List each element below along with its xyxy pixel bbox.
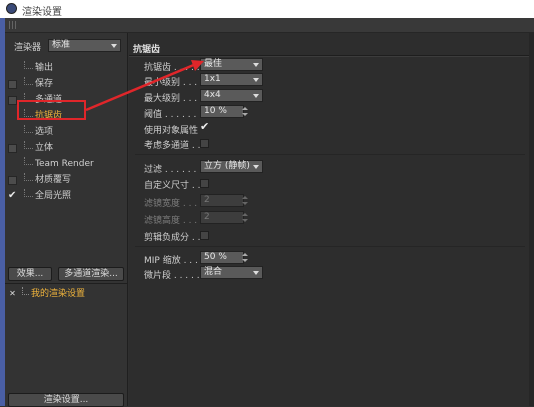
mip-scale-label: MIP 缩放 . . . . bbox=[144, 256, 204, 266]
clip-negative-checkbox[interactable] bbox=[200, 231, 209, 240]
tree-item-checkbox[interactable] bbox=[8, 80, 17, 89]
tree-item-label: Team Render bbox=[35, 159, 94, 169]
tree-item[interactable]: 输出 bbox=[8, 61, 122, 75]
renderer-value: 标准 bbox=[52, 40, 71, 50]
renderer-label: 渲染器 bbox=[14, 43, 42, 53]
consider-multipass-label: 考虑多通道 . . . bbox=[144, 141, 207, 151]
filter-height-label: 滤镜高度 . . . . bbox=[144, 216, 203, 226]
chevron-down-icon bbox=[253, 165, 259, 169]
mip-scale-stepper-icon[interactable] bbox=[242, 252, 248, 263]
tree-item[interactable]: Team Render bbox=[8, 157, 122, 171]
tree-item[interactable]: 选项 bbox=[8, 125, 122, 139]
tree-item-label: 材质覆写 bbox=[35, 175, 72, 185]
filter-width-label: 滤镜宽度 . . . . bbox=[144, 199, 203, 209]
tree-branch bbox=[24, 61, 33, 69]
tree-branch bbox=[24, 77, 33, 85]
micro-fragment-label: 微片段 . . . . . . bbox=[144, 271, 206, 281]
tree-item-label: 保存 bbox=[35, 79, 54, 89]
tree-branch bbox=[24, 173, 33, 181]
chevron-down-icon bbox=[253, 94, 259, 98]
threshold-input[interactable]: 10 % bbox=[200, 105, 244, 118]
filter-width-stepper-icon[interactable] bbox=[242, 195, 248, 206]
chevron-down-icon bbox=[253, 271, 259, 275]
section-divider-highlight bbox=[129, 56, 529, 57]
tree-item-label: 全局光照 bbox=[35, 191, 72, 201]
list-separator bbox=[5, 283, 127, 284]
use-object-label: 使用对象属性 bbox=[144, 126, 199, 136]
section-title: 抗锯齿 bbox=[133, 45, 161, 55]
tree-branch bbox=[24, 125, 33, 133]
tree-item[interactable]: 保存 bbox=[8, 77, 122, 91]
tree-item-checkbox[interactable] bbox=[8, 176, 17, 185]
filter-height-input[interactable]: 2 bbox=[200, 211, 244, 224]
title-bar: 渲染设置 bbox=[0, 0, 534, 18]
custom-size-label: 自定义尺寸 . . . bbox=[144, 181, 207, 191]
chevron-down-icon bbox=[111, 44, 117, 48]
check-icon[interactable]: ✔ bbox=[200, 121, 209, 132]
max-level-value: 4x4 bbox=[204, 90, 221, 100]
tree-branch bbox=[24, 189, 33, 197]
threshold-label: 阈值 . . . . . . . bbox=[144, 110, 203, 120]
tree-item-label: 选项 bbox=[35, 127, 54, 137]
tree-item-label: 立体 bbox=[35, 143, 54, 153]
max-level-dropdown[interactable]: 4x4 bbox=[200, 89, 263, 102]
group-divider bbox=[135, 154, 525, 155]
check-icon[interactable]: ✔ bbox=[8, 189, 16, 203]
tree-branch bbox=[24, 141, 33, 149]
render-setting-label: 我的渲染设置 bbox=[31, 289, 86, 299]
mip-scale-value: 50 % bbox=[204, 252, 227, 262]
filter-label: 过滤 . . . . . . . bbox=[144, 165, 203, 175]
app-icon bbox=[6, 3, 17, 14]
window-title: 渲染设置 bbox=[22, 7, 62, 18]
tree-item[interactable]: 立体 bbox=[8, 141, 122, 155]
grip-icon[interactable] bbox=[9, 21, 18, 29]
filter-dropdown[interactable]: 立方 (静帧) bbox=[200, 160, 263, 173]
group-divider bbox=[135, 246, 525, 247]
max-level-label: 最大级别 . . . . bbox=[144, 94, 203, 104]
custom-size-checkbox[interactable] bbox=[200, 179, 209, 188]
filter-height-stepper-icon[interactable] bbox=[242, 212, 248, 223]
filter-width-input[interactable]: 2 bbox=[200, 194, 244, 207]
clip-negative-label: 剪辑负成分 . . . bbox=[144, 233, 207, 243]
filter-value: 立方 (静帧) bbox=[204, 161, 250, 171]
antialias-value: 最佳 bbox=[204, 59, 223, 69]
tree-item[interactable]: 材质覆写 bbox=[8, 173, 122, 187]
min-level-dropdown[interactable]: 1x1 bbox=[200, 73, 263, 86]
tree-item-checkbox[interactable] bbox=[8, 96, 17, 105]
threshold-value: 10 % bbox=[204, 106, 227, 116]
tree-branch bbox=[22, 287, 29, 295]
menu-strip bbox=[5, 18, 534, 33]
tree-item-checkbox[interactable] bbox=[8, 144, 17, 153]
multipass-render-button[interactable]: 多通道渲染... bbox=[58, 267, 124, 281]
min-level-label: 最小级别 . . . . bbox=[144, 78, 203, 88]
antialias-label: 抗锯齿 . . . . . bbox=[144, 63, 200, 73]
effects-button[interactable]: 效果... bbox=[8, 267, 52, 281]
threshold-stepper-icon[interactable] bbox=[242, 106, 248, 117]
chevron-down-icon bbox=[253, 63, 259, 67]
tree-branch bbox=[24, 157, 33, 165]
renderer-dropdown[interactable]: 标准 bbox=[48, 39, 121, 52]
close-icon: ✕ bbox=[9, 289, 16, 298]
min-level-value: 1x1 bbox=[204, 74, 221, 84]
scrollbar[interactable] bbox=[529, 33, 534, 406]
antialias-dropdown[interactable]: 最佳 bbox=[200, 58, 263, 71]
consider-multipass-checkbox[interactable] bbox=[200, 139, 209, 148]
tree-item-label: 输出 bbox=[35, 63, 54, 73]
micro-fragment-dropdown[interactable]: 混合 bbox=[200, 266, 263, 279]
filter-width-value: 2 bbox=[204, 195, 210, 205]
chevron-down-icon bbox=[253, 78, 259, 82]
tree-item[interactable]: ✔ 全局光照 bbox=[8, 189, 122, 203]
mip-scale-input[interactable]: 50 % bbox=[200, 251, 244, 264]
render-settings-button[interactable]: 渲染设置... bbox=[8, 393, 124, 407]
filter-height-value: 2 bbox=[204, 212, 210, 222]
annotation-highlight-box bbox=[17, 100, 86, 120]
micro-fragment-value: 混合 bbox=[204, 267, 223, 277]
